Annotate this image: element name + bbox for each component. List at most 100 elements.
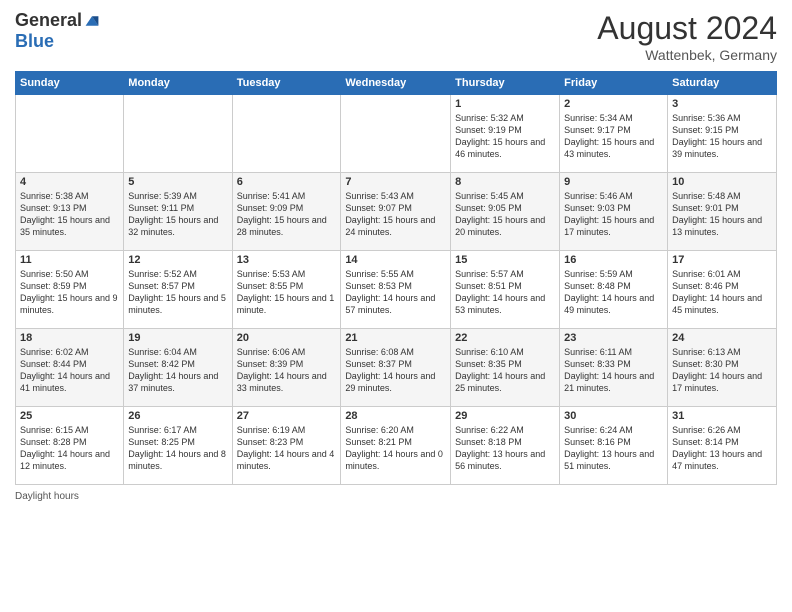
calendar-cell: 17Sunrise: 6:01 AM Sunset: 8:46 PM Dayli…	[668, 251, 777, 329]
day-number: 30	[564, 410, 663, 422]
footer: Daylight hours	[15, 491, 777, 502]
header-saturday: Saturday	[668, 72, 777, 95]
logo-blue: Blue	[15, 31, 54, 51]
day-number: 2	[564, 98, 663, 110]
calendar-cell: 27Sunrise: 6:19 AM Sunset: 8:23 PM Dayli…	[232, 407, 341, 485]
day-number: 21	[345, 332, 446, 344]
calendar-cell: 25Sunrise: 6:15 AM Sunset: 8:28 PM Dayli…	[16, 407, 124, 485]
calendar-cell: 26 Sunrise: 6:17 AM Sunset: 8:25 PM Dayli…	[124, 407, 232, 485]
calendar-week-2: 4Sunrise: 5:38 AM Sunset: 9:13 PM Daylig…	[16, 173, 777, 251]
day-info: Sunrise: 5:59 AM Sunset: 8:48 PM Dayligh…	[564, 268, 663, 317]
calendar-cell: 24Sunrise: 6:13 AM Sunset: 8:30 PM Dayli…	[668, 329, 777, 407]
header-sunday: Sunday	[16, 72, 124, 95]
day-number: 15	[455, 254, 555, 266]
header-friday: Friday	[560, 72, 668, 95]
calendar-cell: 23 Sunrise: 6:11 AM Sunset: 8:33 PM Dayli…	[560, 329, 668, 407]
day-info: Sunrise: 6:19 AM Sunset: 8:23 PM Dayligh…	[237, 424, 337, 473]
month-year: August 2024	[597, 10, 777, 47]
header-monday: Monday	[124, 72, 232, 95]
calendar-cell: 3 Sunrise: 5:36 AM Sunset: 9:15 PM Daylig…	[668, 95, 777, 173]
day-info: Sunrise: 6:11 AM Sunset: 8:33 PM Dayligh…	[564, 346, 663, 395]
day-info: Sunrise: 5:46 AM Sunset: 9:03 PM Dayligh…	[564, 190, 663, 239]
calendar-cell: 30 Sunrise: 6:24 AM Sunset: 8:16 PM Dayli…	[560, 407, 668, 485]
day-info: Sunrise: 5:50 AM Sunset: 8:59 PM Dayligh…	[20, 268, 119, 317]
day-info: Sunrise: 6:13 AM Sunset: 8:30 PM Dayligh…	[672, 346, 772, 395]
day-number: 3	[672, 98, 772, 110]
day-info: Sunrise: 6:06 AM Sunset: 8:39 PM Dayligh…	[237, 346, 337, 395]
calendar-cell: 12 Sunrise: 5:52 AM Sunset: 8:57 PM Dayli…	[124, 251, 232, 329]
day-info: Sunrise: 6:04 AM Sunset: 8:42 PM Dayligh…	[128, 346, 227, 395]
day-info: Sunrise: 5:57 AM Sunset: 8:51 PM Dayligh…	[455, 268, 555, 317]
calendar-cell: 16Sunrise: 5:59 AM Sunset: 8:48 PM Dayli…	[560, 251, 668, 329]
calendar-cell: 21 Sunrise: 6:08 AM Sunset: 8:37 PM Dayli…	[341, 329, 451, 407]
calendar-cell: 22 Sunrise: 6:10 AM Sunset: 8:35 PM Dayli…	[451, 329, 560, 407]
calendar-week-5: 25Sunrise: 6:15 AM Sunset: 8:28 PM Dayli…	[16, 407, 777, 485]
calendar-cell: 2Sunrise: 5:34 AM Sunset: 9:17 PM Daylig…	[560, 95, 668, 173]
calendar-cell: 29 Sunrise: 6:22 AM Sunset: 8:18 PM Dayli…	[451, 407, 560, 485]
calendar-cell	[232, 95, 341, 173]
calendar-cell: 31 Sunrise: 6:26 AM Sunset: 8:14 PM Dayli…	[668, 407, 777, 485]
day-info: Sunrise: 5:52 AM Sunset: 8:57 PM Dayligh…	[128, 268, 227, 317]
day-number: 26	[128, 410, 227, 422]
calendar-cell: 4Sunrise: 5:38 AM Sunset: 9:13 PM Daylig…	[16, 173, 124, 251]
calendar-cell: 28 Sunrise: 6:20 AM Sunset: 8:21 PM Dayli…	[341, 407, 451, 485]
day-info: Sunrise: 5:45 AM Sunset: 9:05 PM Dayligh…	[455, 190, 555, 239]
day-number: 7	[345, 176, 446, 188]
calendar-cell: 10Sunrise: 5:48 AM Sunset: 9:01 PM Dayli…	[668, 173, 777, 251]
day-number: 19	[128, 332, 227, 344]
day-info: Sunrise: 5:41 AM Sunset: 9:09 PM Dayligh…	[237, 190, 337, 239]
calendar-cell: 18Sunrise: 6:02 AM Sunset: 8:44 PM Dayli…	[16, 329, 124, 407]
calendar-cell: 19 Sunrise: 6:04 AM Sunset: 8:42 PM Dayli…	[124, 329, 232, 407]
day-number: 23	[564, 332, 663, 344]
daylight-label: Daylight hours	[15, 491, 79, 502]
header-wednesday: Wednesday	[341, 72, 451, 95]
day-info: Sunrise: 6:08 AM Sunset: 8:37 PM Dayligh…	[345, 346, 446, 395]
day-number: 29	[455, 410, 555, 422]
day-number: 12	[128, 254, 227, 266]
logo-blue-text: Blue	[15, 31, 54, 52]
day-number: 5	[128, 176, 227, 188]
day-info: Sunrise: 6:26 AM Sunset: 8:14 PM Dayligh…	[672, 424, 772, 473]
calendar-cell: 7Sunrise: 5:43 AM Sunset: 9:07 PM Daylig…	[341, 173, 451, 251]
logo-general: General	[15, 10, 82, 31]
page: General Blue August 2024 Wattenbek, Germ…	[0, 0, 792, 612]
day-info: Sunrise: 6:15 AM Sunset: 8:28 PM Dayligh…	[20, 424, 119, 473]
day-number: 22	[455, 332, 555, 344]
calendar-cell: 14 Sunrise: 5:55 AM Sunset: 8:53 PM Dayli…	[341, 251, 451, 329]
calendar-cell: 13Sunrise: 5:53 AM Sunset: 8:55 PM Dayli…	[232, 251, 341, 329]
weekday-header-row: Sunday Monday Tuesday Wednesday Thursday…	[16, 72, 777, 95]
logo: General Blue	[15, 10, 100, 52]
day-info: Sunrise: 6:24 AM Sunset: 8:16 PM Dayligh…	[564, 424, 663, 473]
calendar: Sunday Monday Tuesday Wednesday Thursday…	[15, 71, 777, 485]
location: Wattenbek, Germany	[597, 47, 777, 63]
calendar-cell	[341, 95, 451, 173]
calendar-cell: 11 Sunrise: 5:50 AM Sunset: 8:59 PM Dayli…	[16, 251, 124, 329]
day-info: Sunrise: 6:22 AM Sunset: 8:18 PM Dayligh…	[455, 424, 555, 473]
day-info: Sunrise: 5:48 AM Sunset: 9:01 PM Dayligh…	[672, 190, 772, 239]
day-info: Sunrise: 5:32 AM Sunset: 9:19 PM Dayligh…	[455, 112, 555, 161]
calendar-cell	[16, 95, 124, 173]
calendar-cell: 9 Sunrise: 5:46 AM Sunset: 9:03 PM Daylig…	[560, 173, 668, 251]
day-info: Sunrise: 5:38 AM Sunset: 9:13 PM Dayligh…	[20, 190, 119, 239]
day-number: 31	[672, 410, 772, 422]
day-info: Sunrise: 5:55 AM Sunset: 8:53 PM Dayligh…	[345, 268, 446, 317]
day-info: Sunrise: 6:20 AM Sunset: 8:21 PM Dayligh…	[345, 424, 446, 473]
header-thursday: Thursday	[451, 72, 560, 95]
day-number: 9	[564, 176, 663, 188]
day-number: 1	[455, 98, 555, 110]
title-area: August 2024 Wattenbek, Germany	[597, 10, 777, 63]
logo-text: General	[15, 10, 100, 31]
calendar-cell: 20Sunrise: 6:06 AM Sunset: 8:39 PM Dayli…	[232, 329, 341, 407]
day-info: Sunrise: 6:17 AM Sunset: 8:25 PM Dayligh…	[128, 424, 227, 473]
day-info: Sunrise: 6:10 AM Sunset: 8:35 PM Dayligh…	[455, 346, 555, 395]
day-info: Sunrise: 5:53 AM Sunset: 8:55 PM Dayligh…	[237, 268, 337, 317]
calendar-week-4: 18Sunrise: 6:02 AM Sunset: 8:44 PM Dayli…	[16, 329, 777, 407]
day-info: Sunrise: 6:02 AM Sunset: 8:44 PM Dayligh…	[20, 346, 119, 395]
calendar-cell: 1 Sunrise: 5:32 AM Sunset: 9:19 PM Daylig…	[451, 95, 560, 173]
day-number: 8	[455, 176, 555, 188]
day-number: 28	[345, 410, 446, 422]
day-info: Sunrise: 5:36 AM Sunset: 9:15 PM Dayligh…	[672, 112, 772, 161]
day-number: 14	[345, 254, 446, 266]
header: General Blue August 2024 Wattenbek, Germ…	[15, 10, 777, 63]
day-number: 11	[20, 254, 119, 266]
